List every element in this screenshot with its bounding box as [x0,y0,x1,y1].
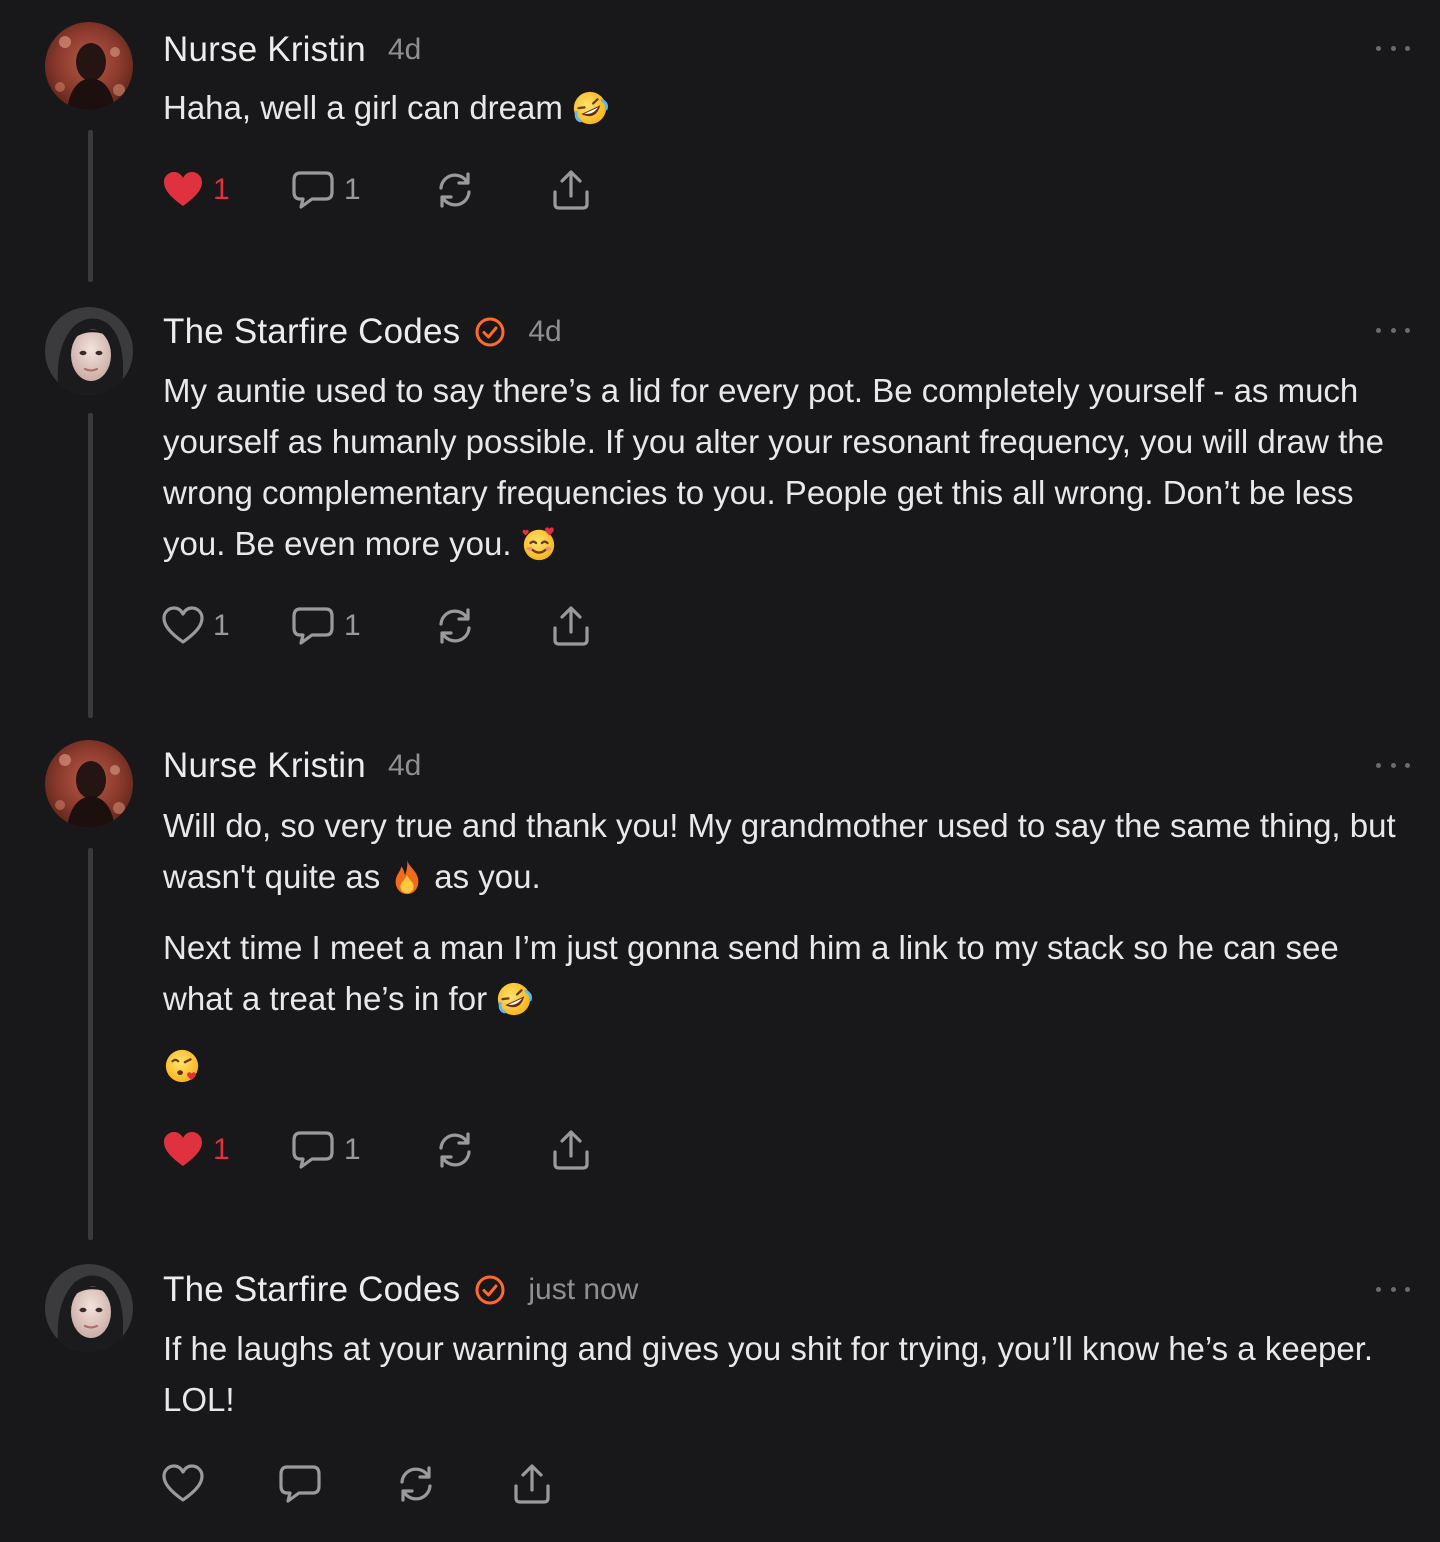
share-icon [553,1130,589,1170]
like-count: 1 [213,1133,230,1166]
reply-button[interactable]: 1 [290,1128,433,1172]
comment-header: Nurse Kristin 4d [163,28,421,72]
avatar[interactable] [45,307,133,395]
like-count: 1 [213,609,230,642]
smiling-face-with-hearts-emoji-icon [522,527,554,561]
more-options-icon[interactable] [1376,320,1410,340]
restack-button[interactable] [433,168,549,212]
comment-icon [292,171,334,209]
timestamp[interactable]: 4d [528,315,561,349]
nurse-kristin-avatar-icon [45,740,133,828]
more-options-icon[interactable] [1376,38,1410,58]
comment-text: My auntie used to say there’s a lid for … [163,372,1384,562]
comment-icon [292,1131,334,1169]
comment-body: My auntie used to say there’s a lid for … [163,365,1408,569]
timestamp[interactable]: 4d [388,33,421,67]
reply-button[interactable] [277,1462,394,1506]
reply-count: 1 [344,1133,361,1166]
share-icon [553,606,589,646]
avatar[interactable] [45,1264,133,1352]
heart-icon [162,606,204,644]
heart-icon [164,1132,202,1166]
comment-body: Will do, so very true and thank you! My … [163,800,1408,1091]
restack-icon [400,1466,432,1502]
reply-count: 1 [344,609,361,642]
author-name[interactable]: The Starfire Codes [163,312,460,352]
reply-count: 1 [344,173,361,206]
timestamp[interactable]: 4d [388,749,421,783]
comment-item: Nurse Kristin 4d Haha, well a girl can d… [0,0,1440,285]
restack-icon [439,172,471,208]
comment-text: If he laughs at your warning and gives y… [163,1330,1374,1418]
reply-button[interactable]: 1 [290,168,433,212]
comment-actions [161,1459,554,1509]
share-button[interactable] [549,1128,593,1172]
reply-button[interactable]: 1 [290,604,433,648]
share-button[interactable] [549,604,593,648]
comment-paragraph [163,1040,1408,1091]
comment-actions: 1 1 [161,601,593,651]
comment-paragraph: Will do, so very true and thank you! My … [163,800,1408,902]
more-options-icon[interactable] [1376,755,1410,775]
author-name[interactable]: The Starfire Codes [163,1270,460,1310]
rofl-emoji-icon [573,91,608,125]
face-blowing-kiss-emoji-icon [165,1049,199,1083]
comment-text: Next time I meet a man I’m just gonna se… [163,929,1339,1017]
share-button[interactable] [549,168,593,212]
author-name[interactable]: Nurse Kristin [163,30,366,70]
starfire-codes-avatar-icon [45,1264,133,1352]
restack-button[interactable] [433,604,549,648]
comment-thread: Nurse Kristin 4d Haha, well a girl can d… [0,0,1440,1542]
verified-check-icon [474,316,506,348]
like-button[interactable]: 1 [161,604,290,648]
comment-text: as you. [434,858,541,895]
comment-body: If he laughs at your warning and gives y… [163,1323,1408,1425]
comment-paragraph: Haha, well a girl can dream [163,82,1408,133]
nurse-kristin-avatar-icon [45,22,133,110]
comment-text: Haha, well a girl can dream [163,89,563,126]
share-icon [553,170,589,210]
comment-actions: 1 1 [161,1125,593,1175]
avatar[interactable] [45,740,133,828]
comment-text: Will do, so very true and thank you! My … [163,807,1396,895]
heart-icon [164,172,202,206]
thread-line [88,848,93,1240]
share-button[interactable] [510,1462,554,1506]
starfire-codes-avatar-icon [45,307,133,395]
restack-icon [439,608,471,644]
like-count: 1 [213,173,230,206]
avatar[interactable] [45,22,133,110]
comment-header: The Starfire Codes just now [163,1268,638,1312]
thread-line [88,130,93,282]
share-icon [514,1464,550,1504]
comment-paragraph: If he laughs at your warning and gives y… [163,1323,1408,1425]
restack-button[interactable] [394,1462,510,1506]
rofl-emoji-icon [497,982,533,1016]
comment-icon [292,607,334,645]
comment-body: Haha, well a girl can dream [163,82,1408,133]
like-button[interactable] [161,1462,277,1506]
comment-paragraph: Next time I meet a man I’m just gonna se… [163,922,1408,1024]
comment-paragraph: My auntie used to say there’s a lid for … [163,365,1408,569]
comment-actions: 1 1 [161,165,593,215]
fire-emoji-icon [395,859,419,895]
author-name[interactable]: Nurse Kristin [163,746,366,786]
comment-item: The Starfire Codes just now If he laughs… [0,1242,1440,1542]
like-button[interactable]: 1 [161,1128,290,1172]
like-button[interactable]: 1 [161,168,290,212]
restack-button[interactable] [433,1128,549,1172]
restack-icon [439,1132,471,1168]
comment-icon [279,1465,321,1503]
comment-header: The Starfire Codes 4d [163,310,562,354]
comment-item: Nurse Kristin 4d Will do, so very true a… [0,718,1440,1242]
thread-line [88,413,93,718]
timestamp[interactable]: just now [528,1273,638,1307]
comment-item: The Starfire Codes 4d My auntie used to … [0,283,1440,719]
heart-icon [162,1464,204,1502]
comment-header: Nurse Kristin 4d [163,744,421,788]
more-options-icon[interactable] [1376,1279,1410,1299]
verified-check-icon [474,1274,506,1306]
